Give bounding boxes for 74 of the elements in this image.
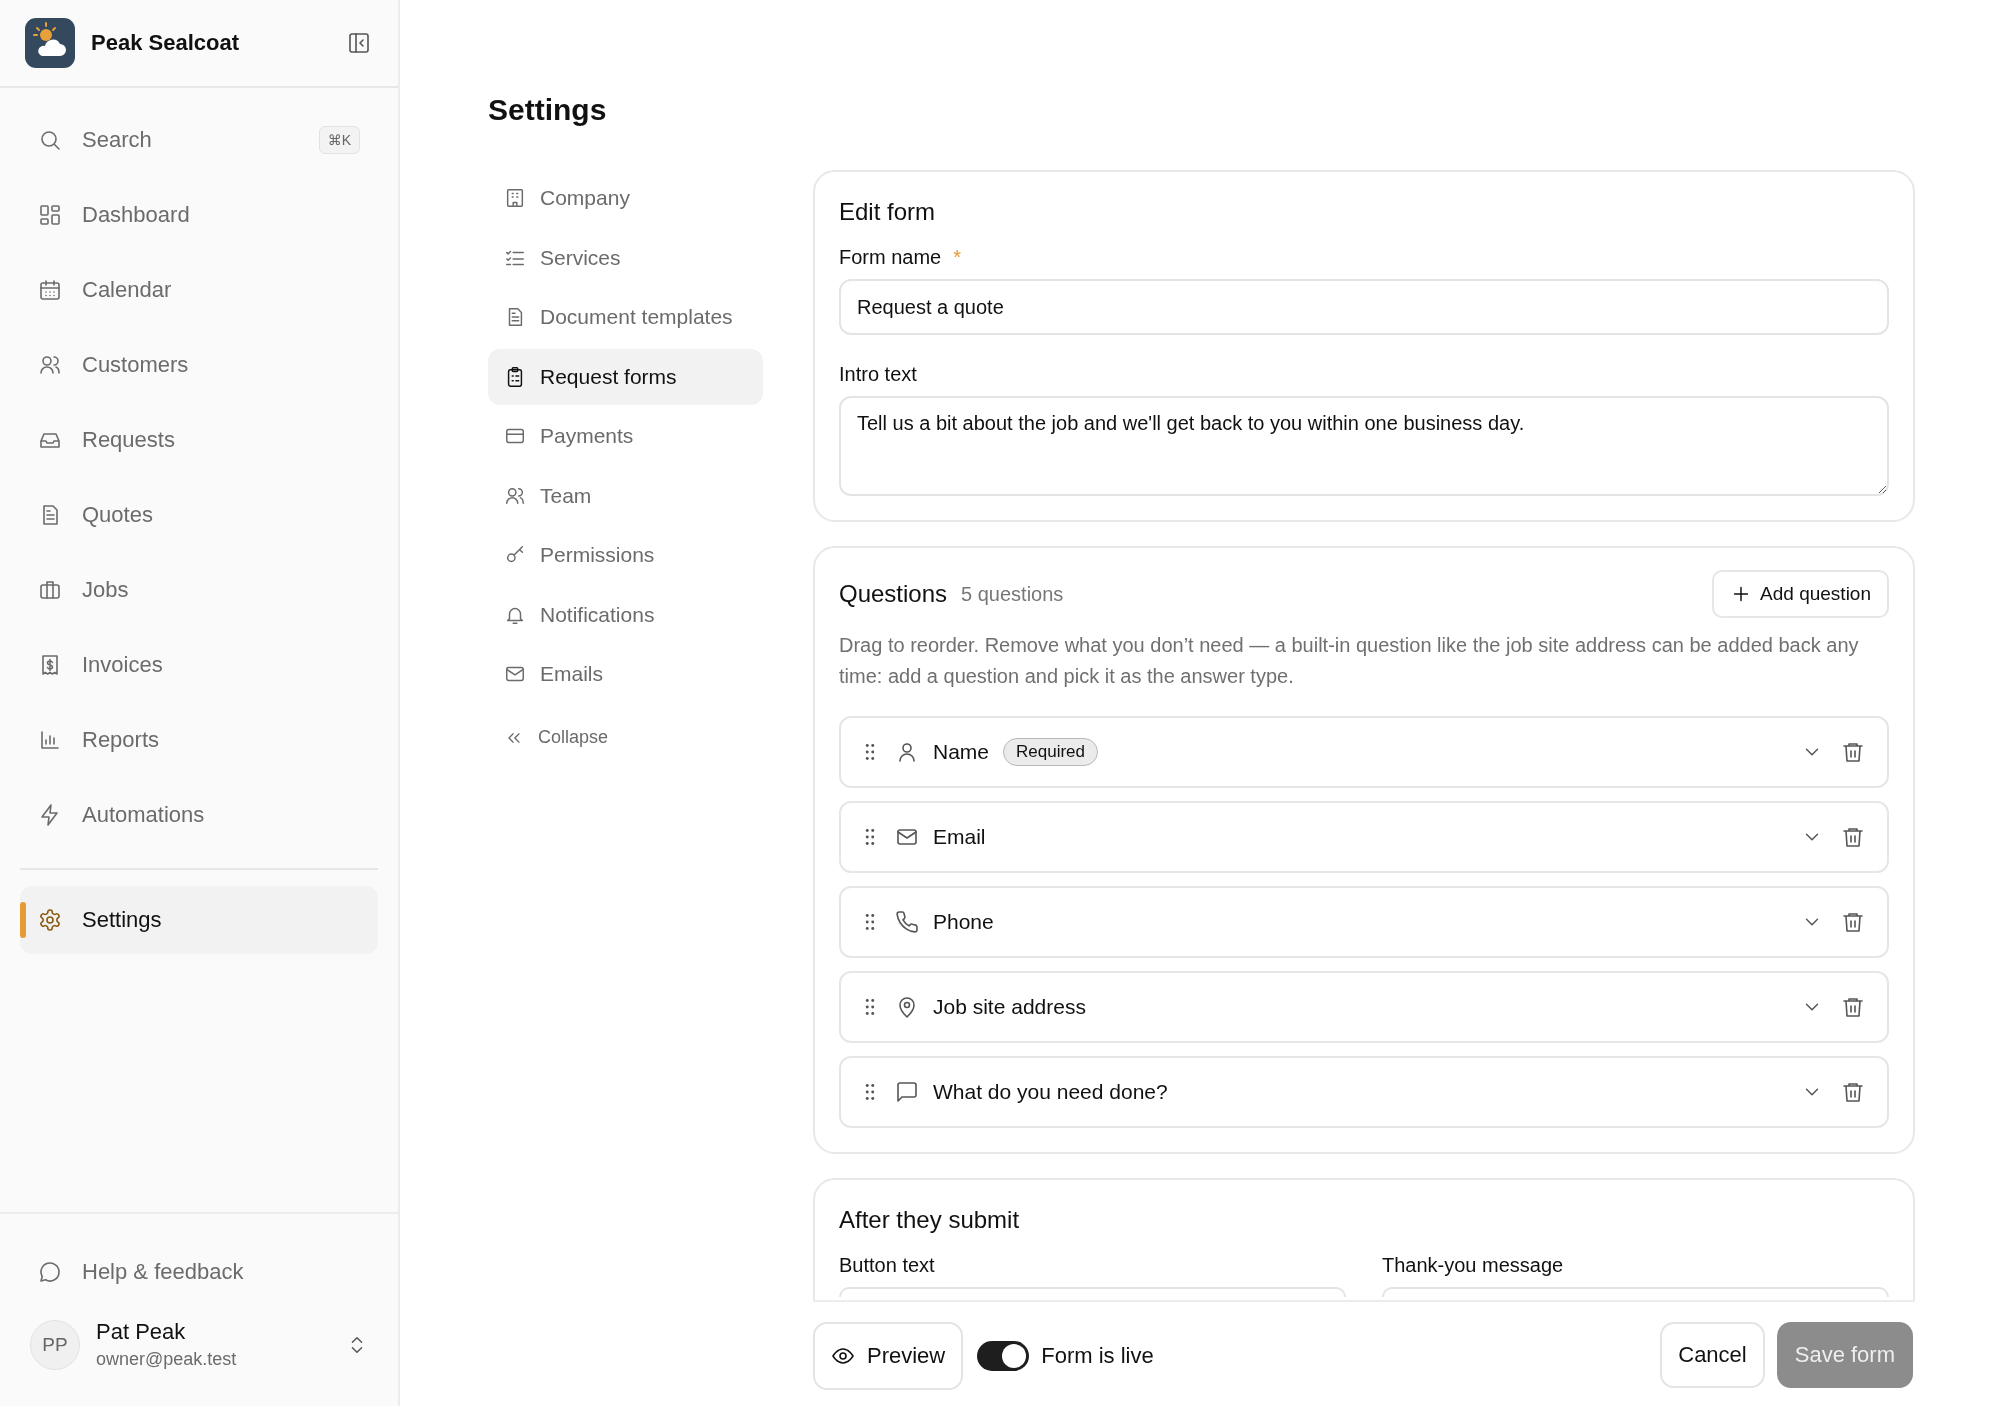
sidebar-item[interactable]: Quotes <box>20 477 378 552</box>
panel-icon <box>347 31 371 55</box>
card-title: After they submit <box>839 1205 1021 1235</box>
user-name: Pat Peak <box>96 1319 187 1345</box>
settings-nav-item[interactable]: Team <box>488 467 763 524</box>
field-label: Button text <box>839 1254 935 1277</box>
question-row[interactable]: What do you need done? <box>839 1056 1889 1128</box>
required-badge: Required <box>1003 738 1099 766</box>
message-icon <box>895 1080 919 1104</box>
dashboard-icon <box>38 202 62 227</box>
question-count: 5 questions <box>961 582 1064 606</box>
trash-icon <box>1841 910 1865 934</box>
button-text-field[interactable] <box>839 1287 1346 1297</box>
avatar: PP <box>30 1319 80 1370</box>
question-label: Phone <box>933 910 994 934</box>
trash-icon <box>1841 1080 1865 1104</box>
settings-nav-item[interactable]: Request forms <box>488 348 763 405</box>
trash-icon <box>1841 825 1865 849</box>
question-label: Email <box>933 825 986 849</box>
question-row[interactable]: Email <box>839 801 1889 873</box>
active-indicator <box>20 902 26 938</box>
sidebar-item[interactable]: Calendar <box>20 252 378 327</box>
add-question-button[interactable]: Add question <box>1712 570 1889 618</box>
chat-bubble-icon <box>38 1259 62 1284</box>
settings-nav-item[interactable]: Permissions <box>488 527 763 583</box>
question-row[interactable]: Phone <box>839 886 1889 958</box>
card-title: Questions <box>839 579 948 609</box>
logo-icon <box>25 18 75 68</box>
card-title: Edit form <box>839 197 937 227</box>
settings-nav-item[interactable]: Notifications <box>488 586 763 643</box>
field-label: Intro text <box>839 363 917 386</box>
thank-you-field[interactable] <box>1382 1287 1889 1297</box>
page-title: Settings <box>488 92 608 128</box>
field-label: Form name <box>839 246 942 269</box>
settings-nav-item[interactable]: Document templates <box>488 289 763 345</box>
question-label: Name <box>933 740 990 764</box>
sidebar-item[interactable]: Jobs <box>20 552 378 627</box>
sidebar-item[interactable]: Reports <box>20 702 378 777</box>
question-label: What do you need done? <box>933 1080 1168 1104</box>
sidebar-item[interactable]: Customers <box>20 327 378 402</box>
preview-button[interactable]: Preview <box>813 1322 964 1390</box>
settings-nav-item[interactable]: Emails <box>488 646 763 702</box>
question-row[interactable]: Name Required <box>839 716 1889 788</box>
sidebar-item[interactable]: Dashboard <box>20 177 378 252</box>
form-name-field[interactable]: Request a quote <box>839 279 1889 335</box>
trash-icon <box>1841 740 1865 764</box>
app-name: Peak Sealcoat <box>91 30 240 56</box>
search-item[interactable]: Search ⌘K <box>20 102 378 177</box>
shortcut-badge: ⌘K <box>318 125 360 154</box>
question-label: Job site address <box>933 995 1086 1019</box>
calendar-icon <box>38 277 62 302</box>
toggle-label: Form is live <box>1041 1343 1154 1369</box>
field-label: Thank-you message <box>1382 1254 1564 1277</box>
cancel-button[interactable]: Cancel <box>1660 1322 1765 1388</box>
user-menu[interactable]: PP Pat Peak owner@peak.test <box>20 1313 378 1376</box>
intro-text-field[interactable]: Tell us a bit about the job and we'll get back to you within one business day. <box>839 396 1889 496</box>
help-text: Drag to reorder. Remove what you don’t need — a built-in question like the job site address can be added back any time: add a question and pick it as the answer type. <box>839 633 1860 689</box>
live-toggle[interactable] <box>977 1341 1030 1371</box>
required-mark: * <box>953 246 962 269</box>
sidebar-item[interactable]: Invoices <box>20 627 378 702</box>
building-icon <box>504 187 526 209</box>
sidebar-item[interactable]: Settings <box>20 886 378 954</box>
settings-nav-item[interactable]: Payments <box>488 408 763 464</box>
collapse-link[interactable]: Collapse <box>488 709 763 766</box>
settings-icon <box>38 908 62 932</box>
question-row[interactable]: Job site address <box>839 971 1889 1043</box>
user-email: owner@peak.test <box>96 1349 238 1370</box>
sidebar-item[interactable]: Requests <box>20 402 378 477</box>
phone-icon <box>895 910 919 934</box>
settings-nav-item[interactable]: Company <box>488 170 763 226</box>
trash-icon <box>1841 995 1865 1019</box>
help-item[interactable]: Help & feedback <box>20 1234 378 1309</box>
settings-nav-item[interactable]: Services <box>488 229 763 286</box>
sidebar-item[interactable]: Automations <box>20 777 378 852</box>
